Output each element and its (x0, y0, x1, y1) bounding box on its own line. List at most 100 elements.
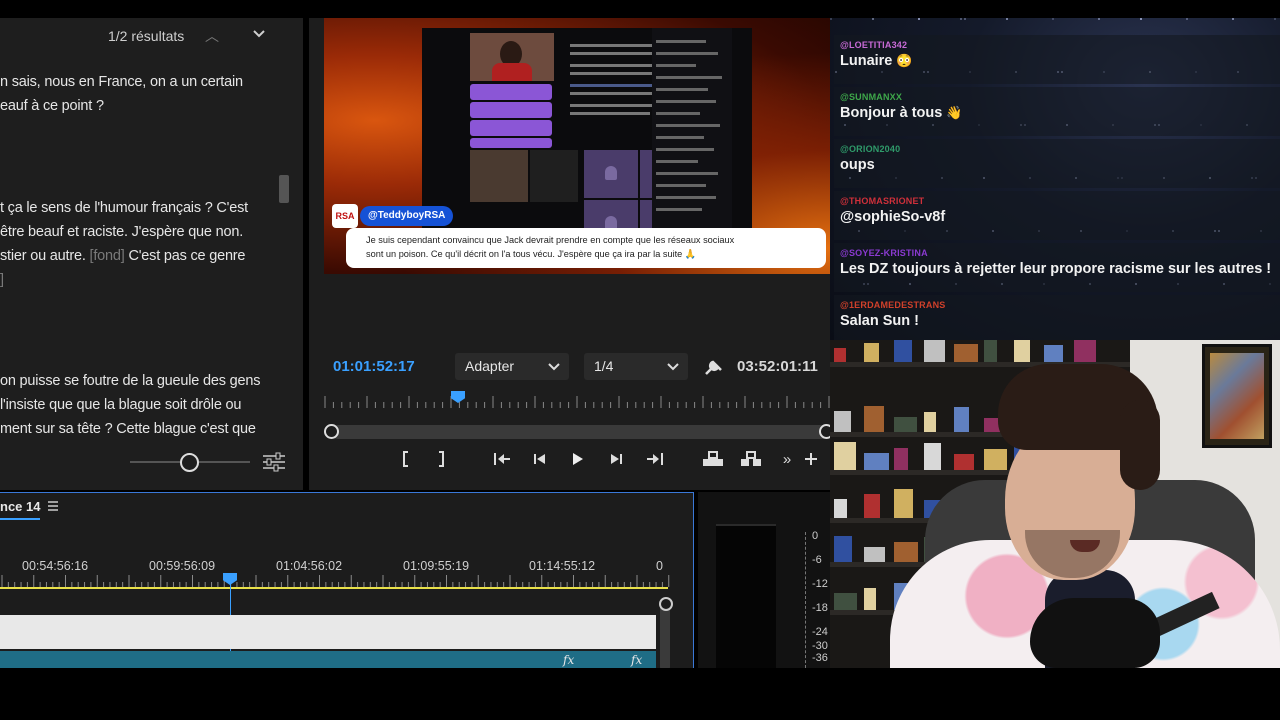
zoom-scrollbar-left-handle[interactable] (324, 424, 339, 439)
meter-label: -24 (812, 626, 828, 638)
ruler-timecode: 01:09:55:19 (403, 559, 470, 573)
play-icon[interactable] (565, 448, 589, 472)
chat-username: @LOETITIA342 (840, 40, 908, 50)
embedded-side-chat (652, 28, 732, 228)
current-timecode[interactable]: 01:01:52:17 (333, 358, 415, 375)
timeline-ruler[interactable] (0, 575, 670, 587)
chat-message: @THOMASRIONET @sophieSo-v8f (834, 191, 1280, 240)
chat-text: Bonjour à tous 👋 (840, 105, 963, 121)
meter-label: 0 (812, 530, 819, 542)
transcript-line-text: C'est pas ce genre (128, 248, 246, 264)
chat-message: @LOETITIA342 Lunaire 😳 (834, 35, 1280, 84)
embedded-webcam-2 (470, 150, 528, 202)
hamburger-menu-icon[interactable] (46, 499, 60, 516)
chat-username: @1ERDAMEDESTRANS (840, 300, 946, 310)
ruler-timecode: 01:14:55:12 (529, 559, 596, 573)
embedded-chat-chip (470, 120, 552, 136)
video-clip[interactable] (0, 615, 656, 649)
stream-chat-overlay: @LOETITIA342 Lunaire 😳 @SUNMANXX Bonjour… (830, 18, 1280, 340)
transcript-line[interactable]: n sais, nous en France, on a un certain (0, 74, 243, 90)
chat-username: @SUNMANXX (840, 92, 903, 102)
zoom-fit-dropdown[interactable]: Adapter (455, 353, 569, 380)
wrench-icon[interactable] (702, 356, 724, 378)
monitor-ruler[interactable] (323, 396, 830, 408)
embedded-user-tile (584, 200, 638, 230)
meter-label: -30 (812, 640, 828, 652)
streamer-webcam (830, 340, 1280, 668)
extract-icon[interactable] (739, 448, 763, 472)
embedded-chat-chip (470, 84, 552, 100)
transcript-line[interactable]: être beauf et raciste. J'espère que non. (0, 224, 243, 240)
ruler-timecode: 00:54:56:16 (22, 559, 89, 573)
audio-meters-panel: 0 -6 -12 -18 -24 -30 -36 (698, 492, 830, 668)
transcript-scrollbar[interactable] (279, 175, 289, 203)
transcript-line[interactable]: ] (0, 272, 4, 288)
meter-label: -36 (812, 652, 828, 664)
chevron-up-icon[interactable]: ︿ (205, 26, 219, 46)
chat-message: @SUNMANXX Bonjour à tous 👋 (834, 87, 1280, 136)
add-icon[interactable] (799, 448, 823, 472)
chat-message: @SOYEZ-KRISTINA Les DZ toujours à rejett… (834, 243, 1280, 292)
chat-text: oups (840, 157, 875, 173)
ruler-timecode: 00:59:56:09 (149, 559, 216, 573)
go-to-in-icon[interactable] (490, 448, 514, 472)
more-icon[interactable]: » (775, 448, 799, 472)
step-forward-icon[interactable] (604, 448, 628, 472)
transcript-line[interactable]: l'insiste que que la blague soit drôle o… (0, 397, 241, 413)
audio-meter-bar (716, 524, 776, 668)
letterbox-bar (0, 668, 1280, 720)
active-tab-indicator (0, 518, 40, 520)
embedded-chat-chip (470, 102, 552, 118)
wall-painting (1202, 344, 1272, 448)
chat-username: @ORION2040 (840, 144, 901, 154)
mark-in-icon[interactable] (394, 448, 418, 472)
settings-sliders-icon[interactable] (262, 452, 286, 472)
caption-bubble: Je suis cependant convaincu que Jack dev… (346, 228, 826, 268)
step-back-icon[interactable] (528, 448, 552, 472)
embedded-chat-chip (470, 138, 552, 148)
channel-logo: RSA (332, 204, 358, 228)
transcript-line[interactable]: ment sur sa tête ? Cette blague c'est qu… (0, 421, 256, 437)
microphone (1030, 598, 1160, 668)
lift-icon[interactable] (701, 448, 725, 472)
zoom-scrollbar[interactable] (331, 425, 830, 439)
chat-message: @1ERDAMEDESTRANS Salan Sun ! (834, 295, 1280, 340)
meter-label: -18 (812, 602, 828, 614)
timeline-scroll-handle[interactable] (659, 597, 673, 611)
chat-text: @sophieSo-v8f (840, 209, 946, 225)
timeline-vertical-scrollbar[interactable] (660, 601, 670, 668)
embedded-webcam (470, 33, 554, 81)
chat-text: Lunaire 😳 (840, 53, 913, 69)
chat-text: Salan Sun ! (840, 313, 919, 329)
meter-label: -6 (812, 554, 822, 566)
program-monitor: RSA @TeddyboyRSA Je suis cependant conva… (309, 18, 830, 490)
ruler-timecode: 0 (656, 559, 663, 573)
meter-label: -12 (812, 578, 828, 590)
playback-resolution-dropdown[interactable]: 1/4 (584, 353, 688, 380)
transcript-line[interactable]: eauf à ce point ? (0, 98, 104, 114)
audio-meter-scale (805, 532, 807, 668)
streamer-hair (1120, 400, 1160, 490)
transcript-search-header: 1/2 résultats ︿ (0, 18, 303, 54)
sequence-tab[interactable]: nce 14 (0, 499, 40, 514)
mark-out-icon[interactable] (429, 448, 453, 472)
background-noise-tag: [fond] (89, 248, 125, 264)
chevron-down-icon[interactable] (252, 26, 266, 42)
chat-message: @ORION2040 oups (834, 139, 1280, 188)
video-preview[interactable]: RSA @TeddyboyRSA Je suis cependant conva… (324, 18, 830, 274)
transcript-line[interactable]: on puisse se foutre de la gueule des gen… (0, 373, 260, 389)
transcript-line[interactable]: t ça le sens de l'humour français ? C'es… (0, 200, 248, 216)
audio-clip[interactable] (0, 651, 656, 668)
chat-username: @THOMASRIONET (840, 196, 925, 206)
duration-timecode: 03:52:01:11 (737, 358, 818, 375)
transcript-panel: 1/2 résultats ︿ n sais, nous en France, … (0, 18, 303, 490)
zoom-scrollbar-right-handle[interactable] (819, 424, 830, 439)
work-area-bar[interactable] (0, 587, 668, 589)
embedded-webcam-3 (530, 150, 578, 202)
go-to-out-icon[interactable] (643, 448, 667, 472)
playback-resolution-value: 1/4 (594, 358, 614, 374)
timeline-panel: nce 14 00:54:56:16 00:59:56:09 01:04:56:… (0, 492, 694, 668)
transcript-line[interactable]: stier ou autre. [fond] C'est pas ce genr… (0, 248, 246, 264)
caption-handle: @TeddyboyRSA (360, 206, 454, 226)
zoom-slider-knob[interactable] (180, 453, 199, 472)
